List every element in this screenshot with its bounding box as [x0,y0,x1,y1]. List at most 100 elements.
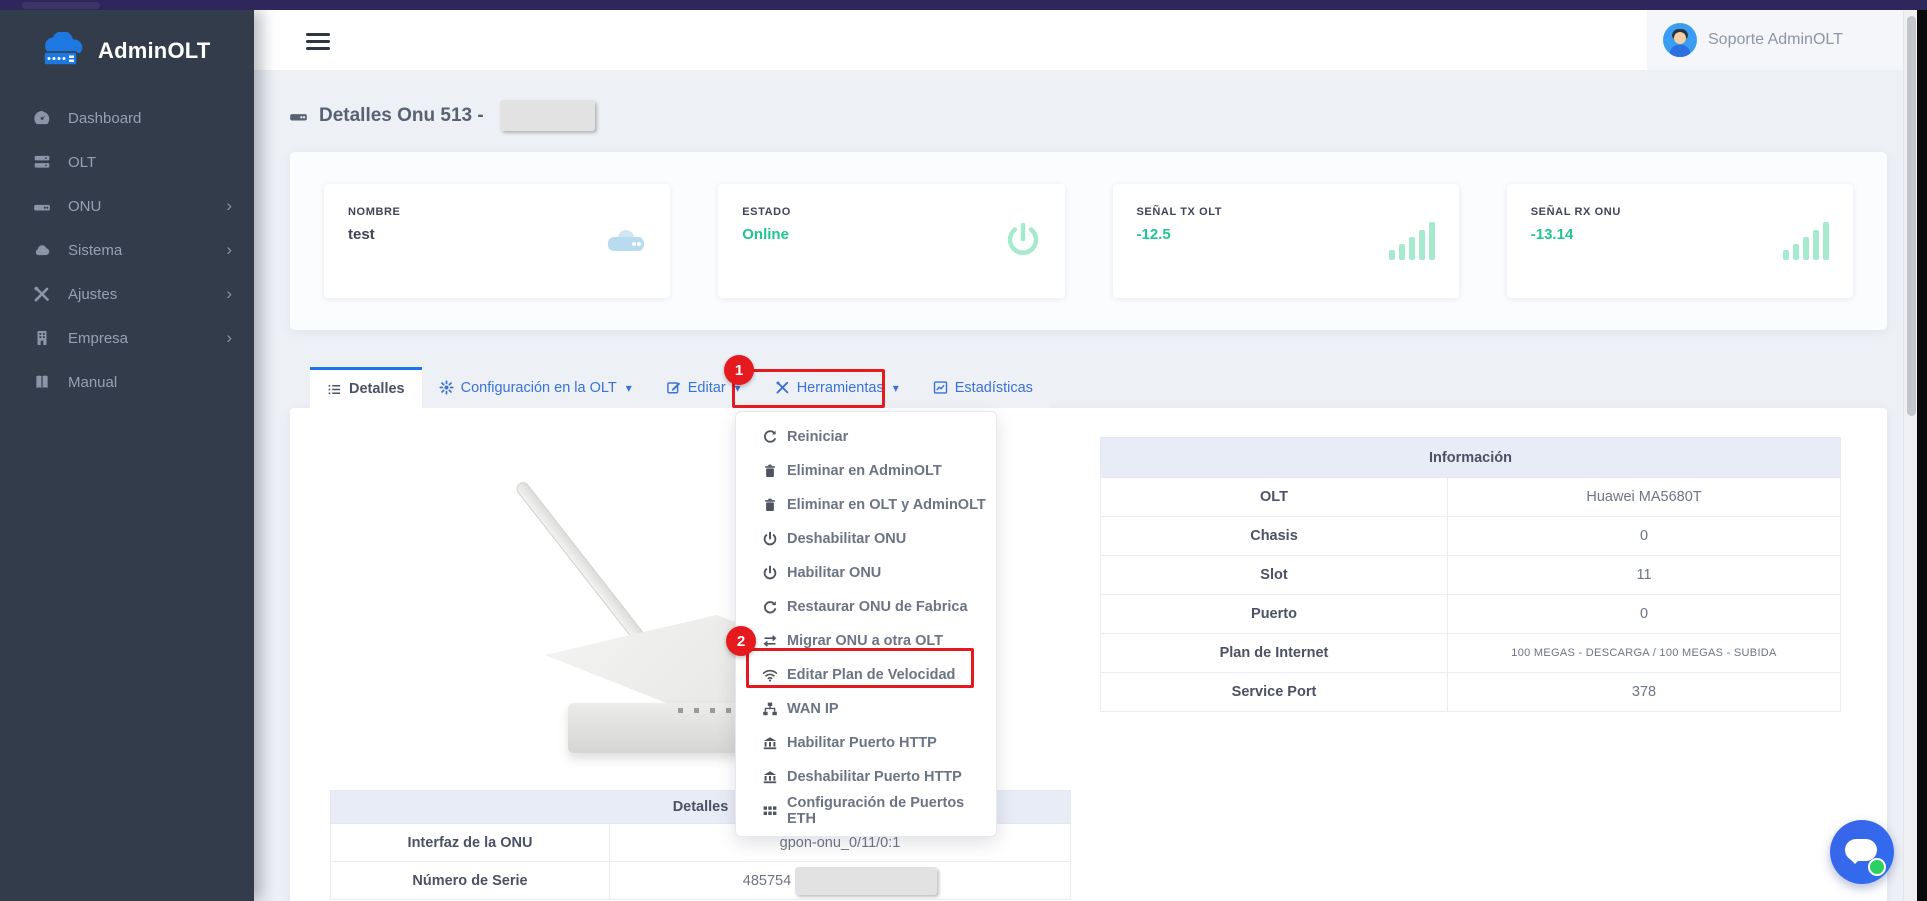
menu-item-label: Eliminar en AdminOLT [787,463,942,479]
stat-card-senal-tx-olt: SEÑAL TX OLT -12.5 [1113,184,1459,298]
row-label: Puerto [1101,595,1448,634]
stat-value: Online [742,226,1040,243]
row-value: 11 [1448,556,1841,595]
edit-icon [666,380,681,395]
sidebar-nav: Dashboard OLT ONU › Sistema › Aj [0,96,254,404]
stat-card-estado: ESTADO Online [718,184,1064,298]
redo-icon [762,599,778,615]
tab-label: Estadísticas [955,380,1033,396]
row-label: Chasis [1101,517,1448,556]
menu-item-wan-ip[interactable]: WAN IP [736,692,996,726]
sidebar-item-ajustes[interactable]: Ajustes › [0,272,254,316]
sidebar: AdminOLT Dashboard OLT ONU › Sistema [0,10,254,901]
row-value: 378 [1448,673,1841,712]
user-menu[interactable]: Soporte AdminOLT [1647,10,1903,70]
caret-down-icon: ▾ [893,381,899,395]
detail-tabs: Detalles Configuración en la OLT ▾ Edita… [310,367,1050,408]
sidebar-item-olt[interactable]: OLT [0,140,254,184]
trash-icon [762,463,778,479]
trash-icon [762,497,778,513]
row-value: 100 MEGAS - DESCARGA / 100 MEGAS - SUBID… [1448,634,1841,673]
row-label: OLT [1101,478,1448,517]
server-icon [32,153,52,171]
menu-item-habilitar-puerto-http[interactable]: Habilitar Puerto HTTP [736,726,996,760]
annotation-badge-2: 2 [726,626,756,656]
book-icon [32,373,52,391]
page-title-text: Detalles Onu 513 - [319,105,484,127]
table-row: Plan de Internet100 MEGAS - DESCARGA / 1… [1101,634,1841,673]
menu-item-config-puertos-eth[interactable]: Configuración de Puertos ETH [736,794,996,828]
sidebar-item-dashboard[interactable]: Dashboard [0,96,254,140]
menu-item-migrar-onu[interactable]: Migrar ONU a otra OLT [736,624,996,658]
stat-card-nombre: NOMBRE test [324,184,670,298]
tools-icon [32,285,52,303]
menu-item-label: Habilitar ONU [787,565,881,581]
menu-item-reiniciar[interactable]: Reiniciar [736,420,996,454]
table-row: Número de Serie 485754 [331,862,1071,900]
menu-item-habilitar-onu[interactable]: Habilitar ONU [736,556,996,590]
stat-value: test [348,226,646,243]
onu-icon [288,106,309,125]
redacted-onu-name [500,100,595,131]
caret-down-icon: ▾ [626,381,632,395]
sidebar-item-sistema[interactable]: Sistema › [0,228,254,272]
menu-item-label: Deshabilitar ONU [787,531,906,547]
menu-item-label: Habilitar Puerto HTTP [787,735,937,751]
building-icon [32,329,52,347]
menu-item-editar-plan-velocidad[interactable]: Editar Plan de Velocidad [736,658,996,692]
sidebar-item-onu[interactable]: ONU › [0,184,254,228]
sidebar-item-label: Empresa [68,330,128,347]
tab-label: Configuración en la OLT [461,380,617,396]
cloud-icon [32,241,52,259]
bank-icon [762,735,778,751]
tab-estadisticas[interactable]: Estadísticas [916,367,1050,408]
sidebar-item-label: Dashboard [68,110,141,127]
menu-item-label: Restaurar ONU de Fabrica [787,599,968,615]
annotation-badge-1: 1 [724,355,754,385]
tab-configuracion-olt[interactable]: Configuración en la OLT ▾ [422,367,649,408]
table-row: Puerto0 [1101,595,1841,634]
page-title: Detalles Onu 513 - [288,100,595,131]
menu-item-eliminar-adminolt[interactable]: Eliminar en AdminOLT [736,454,996,488]
table-row: Service Port378 [1101,673,1841,712]
row-value: 0 [1448,517,1841,556]
stat-card-senal-rx-onu: SEÑAL RX ONU -13.14 [1507,184,1853,298]
menu-item-label: Eliminar en OLT y AdminOLT [787,497,986,513]
power-icon [762,565,778,581]
brand[interactable]: AdminOLT [0,10,254,70]
sidebar-item-manual[interactable]: Manual [0,360,254,404]
brand-cloud-switch-icon [38,32,88,70]
sitemap-icon [762,701,778,717]
menu-item-deshabilitar-puerto-http[interactable]: Deshabilitar Puerto HTTP [736,760,996,794]
stat-label: SEÑAL TX OLT [1137,206,1435,218]
stat-label: SEÑAL RX ONU [1531,206,1829,218]
menu-item-label: Editar Plan de Velocidad [787,667,955,683]
chat-widget-button[interactable] [1830,820,1894,884]
chart-icon [933,380,948,395]
hamburger-menu-icon[interactable] [306,33,330,49]
tools-icon [775,380,790,395]
user-name: Soporte AdminOLT [1708,31,1843,49]
tab-detalles[interactable]: Detalles [310,367,422,408]
tab-herramientas[interactable]: Herramientas ▾ [758,367,916,408]
refresh-icon [762,429,778,445]
sidebar-item-empresa[interactable]: Empresa › [0,316,254,360]
menu-item-deshabilitar-onu[interactable]: Deshabilitar ONU [736,522,996,556]
menu-item-restaurar-fabrica[interactable]: Restaurar ONU de Fabrica [736,590,996,624]
tab-label: Detalles [349,381,405,397]
informacion-table: Información OLTHuawei MA5680T Chasis0 Sl… [1100,437,1841,712]
brand-name: AdminOLT [98,38,210,64]
power-icon [762,531,778,547]
wifi-icon [762,667,778,683]
scrollbar-thumb[interactable] [1907,16,1916,416]
onu-icon [604,226,648,256]
chevron-right-icon: › [226,240,232,260]
row-label: Service Port [1101,673,1448,712]
scrollbar-track[interactable] [1903,10,1917,901]
menu-item-eliminar-olt-adminolt[interactable]: Eliminar en OLT y AdminOLT [736,488,996,522]
chevron-right-icon: › [226,196,232,216]
stat-label: NOMBRE [348,206,646,218]
sidebar-item-label: ONU [68,198,101,215]
row-value: Huawei MA5680T [1448,478,1841,517]
tab-label: Herramientas [797,380,884,396]
